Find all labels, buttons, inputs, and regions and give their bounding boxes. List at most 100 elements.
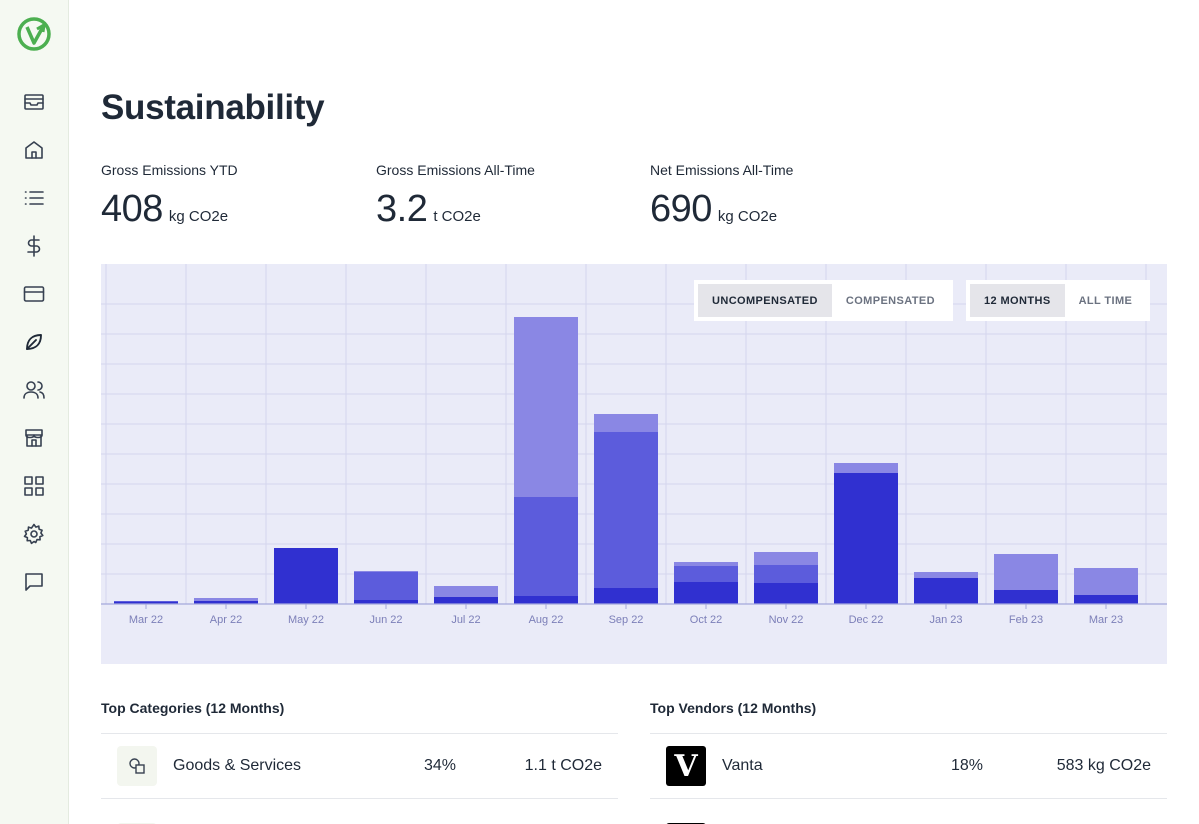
stat-value: 408 <box>101 188 163 230</box>
emissions-chart-panel: Mar 22 Apr 22 May 22 Jun 22 Jul 22 Aug 22 Sep … <box>101 264 1167 664</box>
nav-cards[interactable] <box>20 280 48 308</box>
vendor-name: Vanta <box>722 757 763 774</box>
list-item[interactable] <box>101 798 618 824</box>
credit-card-icon <box>23 286 45 302</box>
bar-segment <box>594 414 658 432</box>
stat-value: 3.2 <box>376 188 428 230</box>
12-months-button[interactable]: 12 MONTHS <box>970 284 1065 317</box>
stat-unit: kg CO2e <box>717 208 778 225</box>
nav-people[interactable] <box>20 376 48 404</box>
bar-segment <box>594 432 658 588</box>
x-tick-label: Feb 23 <box>1009 614 1043 626</box>
nav-list[interactable] <box>20 184 48 212</box>
compensation-toggle: UNCOMPENSATED COMPENSATED <box>694 280 953 321</box>
bar-segment <box>274 548 338 604</box>
x-tick-label: Mar 23 <box>1089 614 1123 626</box>
nav-inbox[interactable] <box>20 88 48 116</box>
bar-segment <box>834 473 898 604</box>
leaf-icon <box>26 334 42 350</box>
sidebar <box>0 0 69 824</box>
bar-segment <box>434 586 498 597</box>
home-icon <box>25 141 43 159</box>
x-tick-label: Mar 22 <box>129 614 163 626</box>
list-item[interactable] <box>650 798 1167 824</box>
vendor-amount: 583 kg CO2e <box>1056 757 1151 774</box>
nav-home[interactable] <box>20 136 48 164</box>
bar-segment <box>354 572 418 600</box>
nav-payments[interactable] <box>20 232 48 260</box>
category-icon <box>117 746 157 786</box>
bar-segment <box>754 583 818 604</box>
top-vendors-title: Top Vendors (12 Months) <box>650 700 817 716</box>
list-item[interactable]: Goods & Services 34% 1.1 t CO2e <box>101 733 618 798</box>
stat-net-all-time: Net Emissions All-Time 690 kg CO2e <box>650 162 793 231</box>
page-title: Sustainability <box>101 88 325 127</box>
bar-segment <box>1074 568 1138 595</box>
stat-gross-all-time: Gross Emissions All-Time 3.2 t CO2e <box>376 162 535 231</box>
stat-label: Gross Emissions All-Time <box>376 162 535 178</box>
bar-segment <box>674 562 738 566</box>
x-tick-label: Oct 22 <box>690 614 722 626</box>
gear-icon <box>23 523 44 545</box>
bar-segment <box>754 552 818 565</box>
bar-segment <box>1074 595 1138 604</box>
top-categories-title: Top Categories (12 Months) <box>101 700 285 716</box>
store-icon <box>25 429 43 447</box>
logo-icon[interactable] <box>17 17 51 51</box>
grid-icon <box>24 476 44 496</box>
bar-segment <box>434 597 498 604</box>
stat-value: 690 <box>650 188 712 230</box>
bar-segment <box>194 598 258 601</box>
list-item[interactable]: V Vanta 18% 583 kg CO2e <box>650 733 1167 798</box>
category-name: Goods & Services <box>173 757 302 774</box>
bar-segment <box>914 572 978 578</box>
stat-label: Gross Emissions YTD <box>101 162 238 178</box>
shapes-icon <box>129 758 145 774</box>
stat-unit: kg CO2e <box>168 208 229 225</box>
bar-segment <box>594 588 658 604</box>
stat-unit: t CO2e <box>433 208 481 225</box>
bar-segment <box>514 596 578 604</box>
bar-segment <box>674 582 738 604</box>
category-amount: 1.1 t CO2e <box>524 757 602 774</box>
uncompensated-button[interactable]: UNCOMPENSATED <box>698 284 832 317</box>
category-percent: 34% <box>424 757 457 774</box>
bar-segment <box>834 463 898 473</box>
x-tick-label: Jan 23 <box>929 614 962 626</box>
top-vendors: Top Vendors (12 Months) V Vanta 18% 583 … <box>650 690 1167 824</box>
list-icon <box>24 191 44 205</box>
stat-gross-ytd: Gross Emissions YTD 408 kg CO2e <box>101 162 238 231</box>
bar-segment <box>514 317 578 497</box>
inbox-icon <box>24 94 44 110</box>
bar-segment <box>994 590 1058 604</box>
stat-label: Net Emissions All-Time <box>650 162 794 178</box>
vendor-percent: 18% <box>951 757 984 774</box>
bar-segment <box>914 578 978 604</box>
vendor-logo: V <box>666 746 706 786</box>
x-tick-label: Dec 22 <box>849 614 884 626</box>
dollar-icon <box>27 235 41 257</box>
bar-segment <box>994 554 1058 590</box>
emissions-chart: Mar 22 Apr 22 May 22 Jun 22 Jul 22 Aug 22 Sep … <box>101 264 1167 626</box>
x-tick-label: Aug 22 <box>529 614 564 626</box>
nav-messages[interactable] <box>20 568 48 596</box>
bar-segment <box>514 497 578 596</box>
all-time-button[interactable]: ALL TIME <box>1065 284 1147 317</box>
bar-segment <box>354 571 418 572</box>
x-tick-label: Jul 22 <box>451 614 480 626</box>
message-icon <box>25 573 43 591</box>
users-icon <box>23 381 45 399</box>
x-tick-label: Apr 22 <box>210 614 242 626</box>
x-tick-label: May 22 <box>288 614 324 626</box>
nav-sustainability[interactable] <box>20 328 48 356</box>
nav-apps[interactable] <box>20 472 48 500</box>
nav-settings[interactable] <box>20 520 48 548</box>
compensated-button[interactable]: COMPENSATED <box>832 284 949 317</box>
x-tick-label: Nov 22 <box>769 614 804 626</box>
bar-segment <box>754 565 818 583</box>
nav-vendors[interactable] <box>20 424 48 452</box>
x-tick-label: Sep 22 <box>609 614 644 626</box>
top-categories: Top Categories (12 Months) Goods & Servi… <box>101 690 618 824</box>
x-tick-label: Jun 22 <box>369 614 402 626</box>
range-toggle: 12 MONTHS ALL TIME <box>966 280 1151 321</box>
